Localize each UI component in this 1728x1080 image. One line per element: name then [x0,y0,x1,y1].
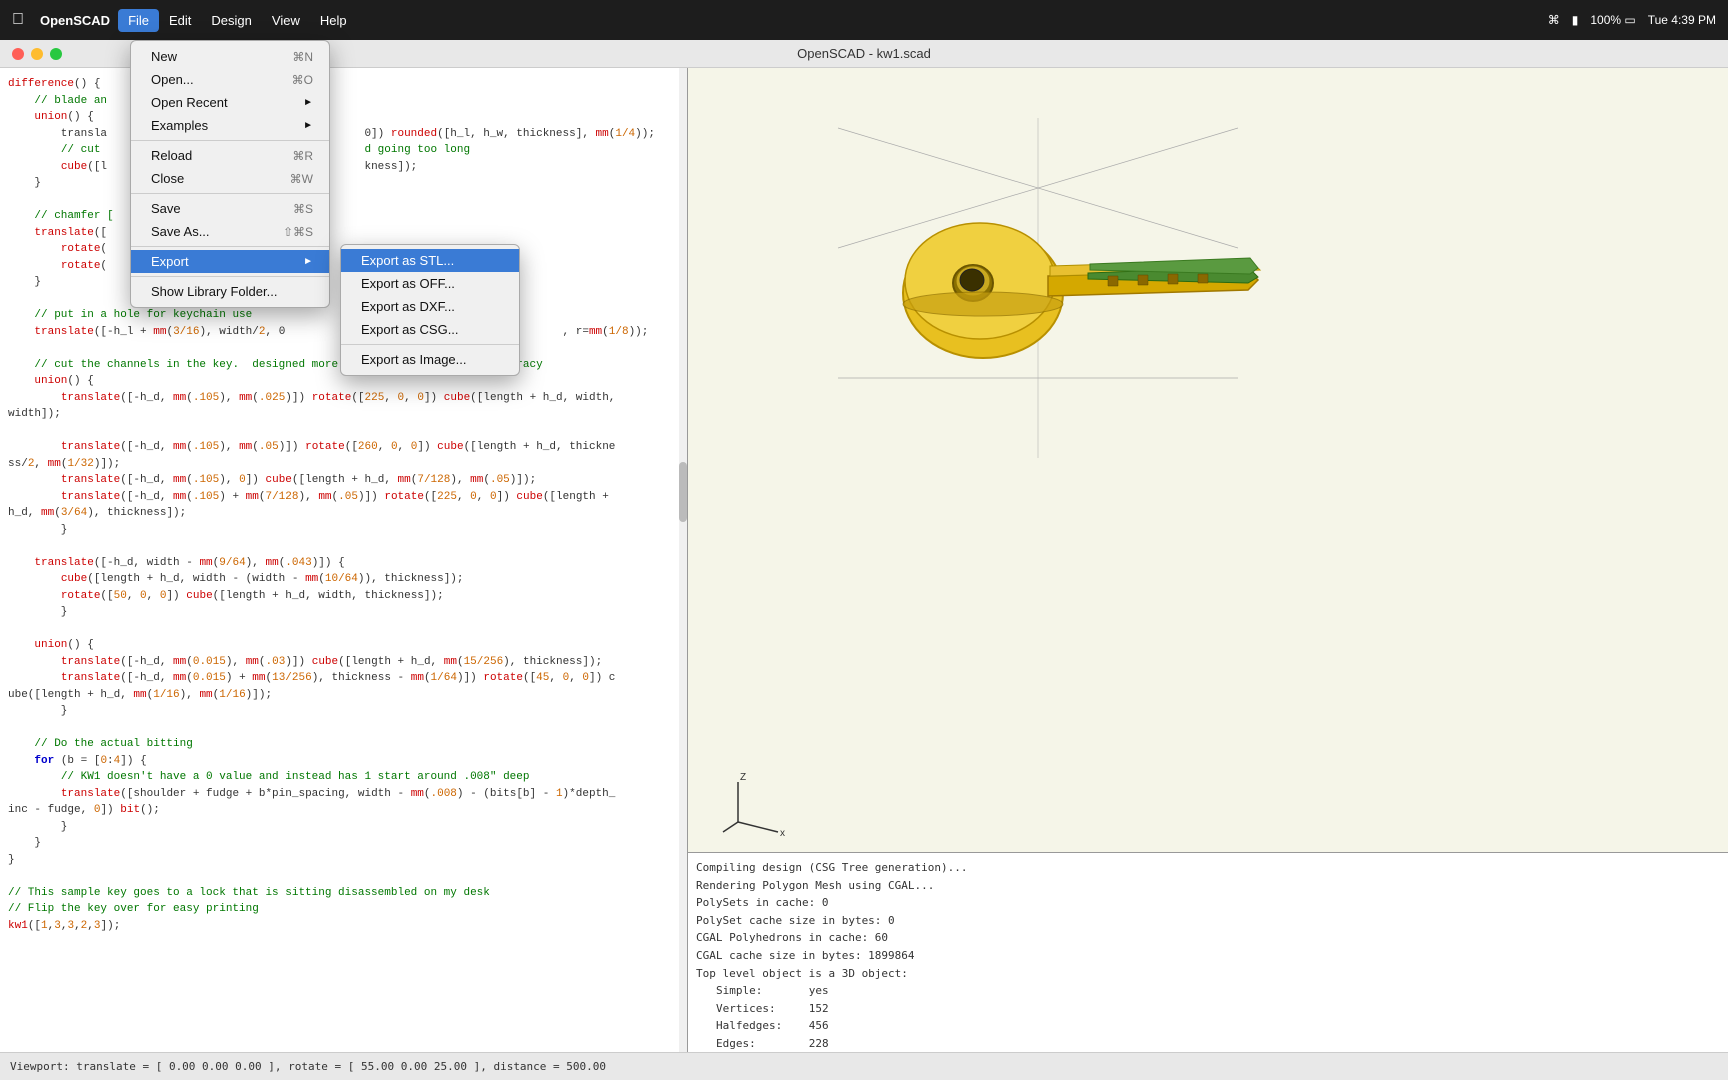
menu-item-save-as-label: Save As... [151,224,210,239]
menu-separator-3 [131,246,329,247]
menu-item-export-csg[interactable]: Export as CSG... [341,318,519,341]
3d-key-rendering [788,118,1288,468]
menu-item-show-library[interactable]: Show Library Folder... [131,280,329,303]
menu-item-examples[interactable]: Examples ► [131,114,329,137]
menubar-view[interactable]: View [262,9,310,32]
menu-item-examples-label: Examples [151,118,208,133]
code-editor[interactable]: difference() { // blade an union() { tra… [0,68,687,1052]
axis-indicator: Z x [718,772,778,832]
menubar:  OpenSCAD File Edit Design View Help ⌘ … [0,0,1728,40]
menu-item-close-label: Close [151,171,184,186]
console-line-1: Compiling design (CSG Tree generation)..… [696,859,1720,877]
app-name: OpenSCAD [40,13,110,28]
menu-item-export[interactable]: Export ► [131,250,329,273]
menubar-right: ⌘ ▮ 100% ▭ Tue 4:39 PM [1548,13,1716,27]
menu-item-export-stl[interactable]: Export as STL... [341,249,519,272]
menu-item-close-shortcut: ⌘W [290,172,313,186]
export-submenu[interactable]: Export as STL... Export as OFF... Export… [340,244,520,376]
menu-item-open-label: Open... [151,72,194,87]
menu-item-save[interactable]: Save ⌘S [131,197,329,220]
scrollbar-track[interactable] [679,68,687,1052]
maximize-button[interactable] [50,48,62,60]
3d-viewport[interactable]: Z x [688,68,1728,852]
window-title: OpenSCAD - kw1.scad [797,46,931,61]
console-line-11: Edges: 228 [696,1035,1720,1052]
svg-text:x: x [780,828,785,839]
menu-separator-4 [131,276,329,277]
console-line-2: Rendering Polygon Mesh using CGAL... [696,877,1720,895]
menubar-edit[interactable]: Edit [159,9,201,32]
menu-item-export-stl-label: Export as STL... [361,253,454,268]
menu-item-export-dxf[interactable]: Export as DXF... [341,295,519,318]
menu-item-show-library-label: Show Library Folder... [151,284,277,299]
menu-item-open-recent-label: Open Recent [151,95,228,110]
menu-item-save-label: Save [151,201,181,216]
svg-text:Z: Z [740,772,746,783]
menu-item-reload-shortcut: ⌘R [292,149,313,163]
menu-item-export-image[interactable]: Export as Image... [341,348,519,371]
console-line-9: Vertices: 152 [696,1000,1720,1018]
menu-item-open[interactable]: Open... ⌘O [131,68,329,91]
battery-level: 100% ▭ [1590,13,1635,27]
menu-item-export-off[interactable]: Export as OFF... [341,272,519,295]
minimize-button[interactable] [31,48,43,60]
menu-item-export-off-label: Export as OFF... [361,276,455,291]
console-line-6: CGAL cache size in bytes: 1899864 [696,947,1720,965]
menu-item-open-recent[interactable]: Open Recent ► [131,91,329,114]
menu-item-export-dxf-label: Export as DXF... [361,299,455,314]
examples-arrow-icon: ► [303,120,313,131]
scrollbar-thumb[interactable] [679,462,687,522]
viewport-status: Viewport: translate = [ 0.00 0.00 0.00 ]… [10,1060,606,1073]
export-submenu-separator [341,344,519,345]
file-menu-dropdown[interactable]: New ⌘N Open... ⌘O Open Recent ► Examples… [130,40,330,308]
console-line-10: Halfedges: 456 [696,1017,1720,1035]
apple-menu-icon[interactable]:  [12,11,24,29]
console-line-3: PolySets in cache: 0 [696,894,1720,912]
menu-item-open-shortcut: ⌘O [292,73,313,87]
console-line-4: PolySet cache size in bytes: 0 [696,912,1720,930]
console-line-7: Top level object is a 3D object: [696,965,1720,983]
menu-item-save-shortcut: ⌘S [293,202,313,216]
battery-icon: ▮ [1572,13,1579,27]
menu-item-reload[interactable]: Reload ⌘R [131,144,329,167]
viewport-panel: Z x Compiling design (CSG Tree generatio… [688,68,1728,1052]
menu-item-save-as[interactable]: Save As... ⇧⌘S [131,220,329,243]
menu-item-new[interactable]: New ⌘N [131,45,329,68]
menu-separator-2 [131,193,329,194]
console-line-8: Simple: yes [696,982,1720,1000]
wifi-icon: ⌘ [1548,13,1560,27]
menubar-help[interactable]: Help [310,9,357,32]
close-button[interactable] [12,48,24,60]
menubar-file[interactable]: File [118,9,159,32]
menu-item-save-as-shortcut: ⇧⌘S [283,225,313,239]
menu-item-export-label: Export [151,254,189,269]
menu-separator-1 [131,140,329,141]
menu-item-close[interactable]: Close ⌘W [131,167,329,190]
menu-item-new-shortcut: ⌘N [292,50,313,64]
console-panel: Compiling design (CSG Tree generation)..… [688,852,1728,1052]
window-controls [12,48,62,60]
open-recent-arrow-icon: ► [303,97,313,108]
menu-item-export-csg-label: Export as CSG... [361,322,459,337]
menubar-design[interactable]: Design [201,9,261,32]
console-line-5: CGAL Polyhedrons in cache: 60 [696,929,1720,947]
menu-item-new-label: New [151,49,177,64]
export-arrow-icon: ► [303,256,313,267]
statusbar: Viewport: translate = [ 0.00 0.00 0.00 ]… [0,1052,1728,1080]
menu-item-export-image-label: Export as Image... [361,352,467,367]
code-editor-panel[interactable]: difference() { // blade an union() { tra… [0,68,688,1052]
menu-item-reload-label: Reload [151,148,192,163]
clock: Tue 4:39 PM [1648,13,1716,27]
